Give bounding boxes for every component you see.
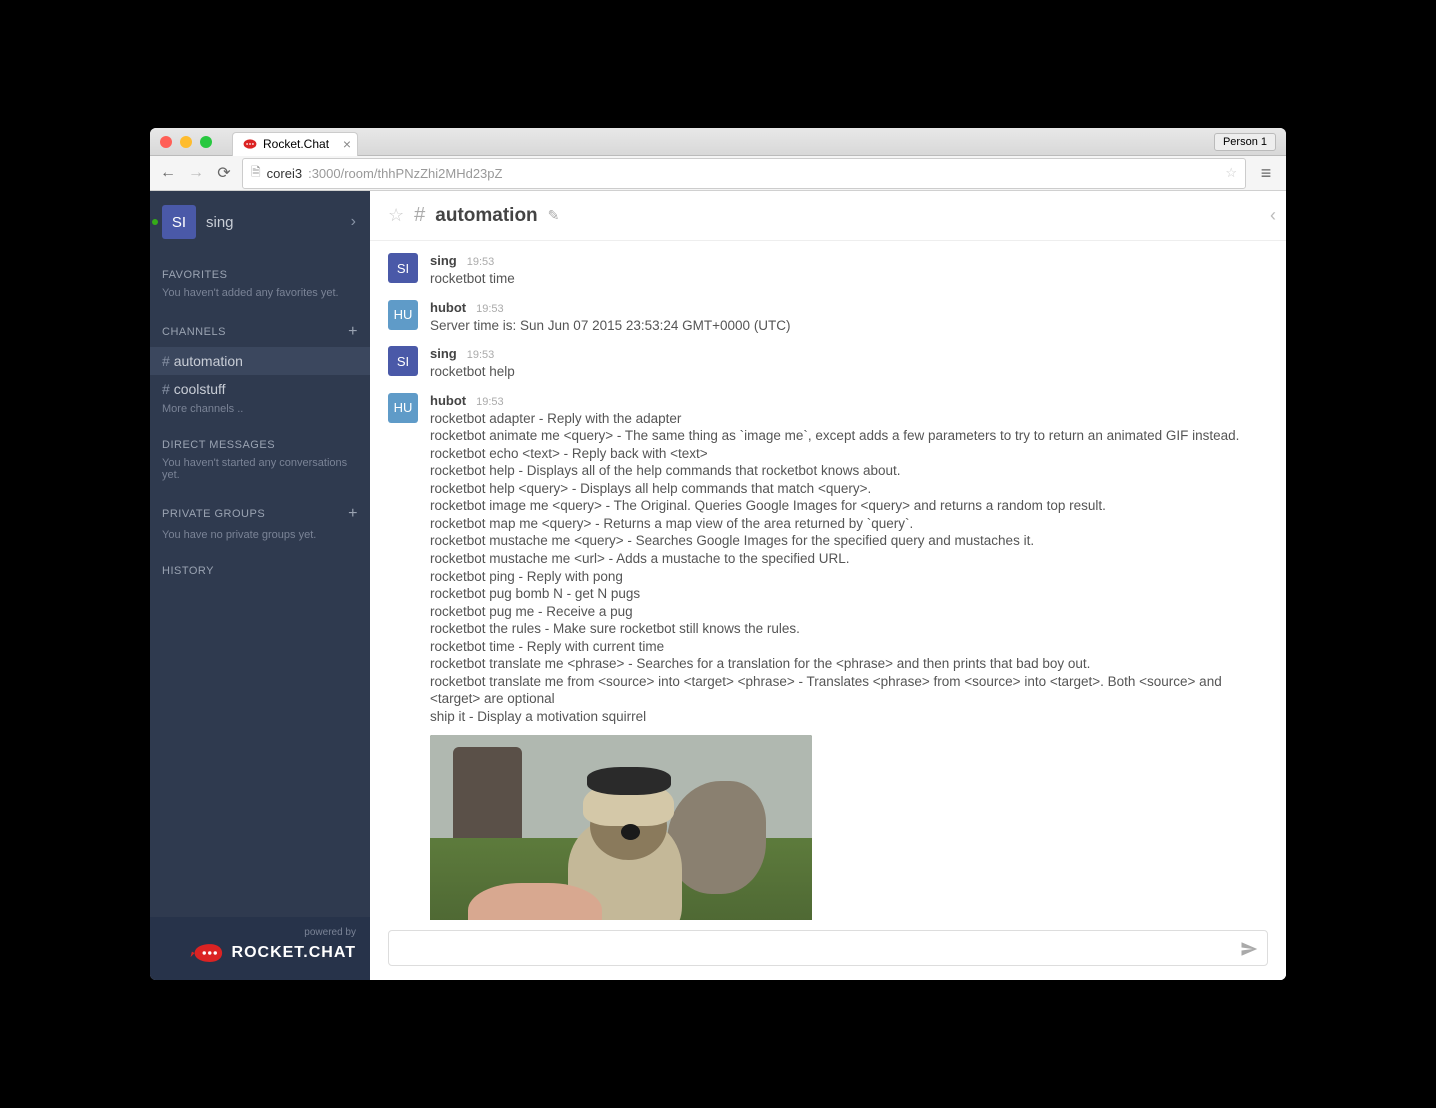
tab-title: Rocket.Chat: [263, 137, 329, 151]
toolbar: ← → ⟳ 🗎 corei3 :3000/room/thhPNzZhi2MHd23…: [150, 156, 1286, 191]
message-timestamp: 19:53: [476, 303, 504, 315]
message: SI sing 19:53 rocketbot time: [370, 249, 1286, 296]
channel-header: ☆ # automation ✎ ‹: [370, 191, 1286, 241]
browser-menu-icon[interactable]: ≡: [1254, 163, 1278, 184]
address-bar[interactable]: 🗎 corei3 :3000/room/thhPNzZhi2MHd23pZ ☆: [242, 158, 1246, 189]
message-avatar: SI: [388, 253, 418, 283]
edit-icon[interactable]: ✎: [548, 207, 560, 224]
sidebar: SI sing › FAVORITES You haven't added an…: [150, 191, 370, 980]
send-icon[interactable]: [1240, 940, 1258, 963]
message-body: sing 19:53 rocketbot time: [430, 253, 1268, 288]
channel-title: automation: [435, 205, 537, 227]
reload-button[interactable]: ⟳: [214, 163, 234, 183]
hash-icon: #: [414, 204, 425, 227]
dm-label: DIRECT MESSAGES: [162, 439, 275, 451]
groups-empty: You have no private groups yet.: [150, 529, 370, 549]
message-body: hubot 19:53 Server time is: Sun Jun 07 201…: [430, 300, 1268, 335]
brand-text: ROCKET.CHAT: [232, 944, 356, 962]
rocketchat-logo: ROCKET.CHAT: [164, 942, 356, 964]
message-timestamp: 19:53: [467, 256, 495, 268]
powered-by-label: powered by: [164, 927, 356, 938]
favorites-empty: You haven't added any favorites yet.: [150, 287, 370, 307]
url-path: :3000/room/thhPNzZhi2MHd23pZ: [308, 166, 502, 181]
rocket-icon: [190, 942, 224, 964]
bookmark-star-icon[interactable]: ☆: [1225, 165, 1237, 181]
groups-label: PRIVATE GROUPS: [162, 508, 265, 520]
message-timestamp: 19:53: [476, 396, 504, 408]
message-text: rocketbot adapter - Reply with the adapt…: [430, 410, 1268, 726]
channels-header: CHANNELS +: [150, 307, 370, 347]
message-username[interactable]: sing: [430, 253, 457, 268]
titlebar: Rocket.Chat × Person 1: [150, 128, 1286, 156]
message-username[interactable]: hubot: [430, 300, 466, 315]
channel-list: automationcoolstuff: [150, 347, 370, 403]
window-zoom-button[interactable]: [200, 136, 212, 148]
tab-close-icon[interactable]: ×: [343, 136, 351, 152]
dm-header: DIRECT MESSAGES: [150, 423, 370, 457]
rocketchat-favicon: [243, 137, 257, 151]
favorites-header: FAVORITES: [150, 253, 370, 287]
history-header[interactable]: HISTORY: [150, 549, 370, 583]
groups-header: PRIVATE GROUPS +: [150, 489, 370, 529]
url-host: corei3: [267, 166, 302, 181]
dm-empty: You haven't started any conversations ye…: [150, 457, 370, 489]
window-minimize-button[interactable]: [180, 136, 192, 148]
message-attachment-image[interactable]: [430, 735, 812, 920]
favorites-label: FAVORITES: [162, 269, 227, 281]
message-input[interactable]: [388, 930, 1268, 966]
user-avatar: SI: [162, 205, 196, 239]
compose-area: [370, 920, 1286, 980]
message-text: rocketbot time: [430, 270, 1268, 288]
message-avatar: HU: [388, 393, 418, 423]
message-list[interactable]: SI sing 19:53 rocketbot time HU hubot 19:53 Ser…: [370, 241, 1286, 920]
traffic-lights: [160, 136, 212, 148]
sidebar-user[interactable]: SI sing ›: [150, 191, 370, 253]
message-body: hubot 19:53 rocketbot adapter - Reply with…: [430, 393, 1268, 920]
favorite-star-icon[interactable]: ☆: [388, 205, 404, 226]
site-info-icon: 🗎: [251, 163, 261, 184]
add-channel-button[interactable]: +: [348, 323, 358, 341]
back-button[interactable]: ←: [158, 164, 178, 182]
message-username[interactable]: sing: [430, 346, 457, 361]
channels-label: CHANNELS: [162, 326, 226, 338]
history-label: HISTORY: [162, 565, 214, 577]
profile-badge[interactable]: Person 1: [1214, 133, 1276, 151]
message-timestamp: 19:53: [467, 349, 495, 361]
presence-indicator: [152, 219, 158, 225]
message-avatar: SI: [388, 346, 418, 376]
message: HU hubot 19:53 rocketbot adapter - Reply wi…: [370, 389, 1286, 920]
message-avatar: HU: [388, 300, 418, 330]
message-body: sing 19:53 rocketbot help: [430, 346, 1268, 381]
browser-tab[interactable]: Rocket.Chat ×: [232, 132, 358, 156]
message-text: rocketbot help: [430, 363, 1268, 381]
main-panel: ☆ # automation ✎ ‹ SI sing 19:53 rocketbot …: [370, 191, 1286, 980]
app-root: SI sing › FAVORITES You haven't added an…: [150, 191, 1286, 980]
sidebar-footer: powered by ROCKET.CHAT: [150, 917, 370, 980]
window-close-button[interactable]: [160, 136, 172, 148]
forward-button[interactable]: →: [186, 164, 206, 182]
add-group-button[interactable]: +: [348, 505, 358, 523]
channel-item-coolstuff[interactable]: coolstuff: [150, 375, 370, 403]
browser-window: Rocket.Chat × Person 1 ← → ⟳ 🗎 corei3 :30…: [150, 128, 1286, 980]
toggle-flex-panel-icon[interactable]: ‹: [1270, 205, 1276, 226]
user-name: sing: [206, 214, 234, 231]
message-username[interactable]: hubot: [430, 393, 466, 408]
more-channels-link[interactable]: More channels ..: [150, 403, 370, 423]
message: HU hubot 19:53 Server time is: Sun Jun 07 2…: [370, 296, 1286, 343]
message-text: Server time is: Sun Jun 07 2015 23:53:24…: [430, 317, 1268, 335]
chevron-right-icon: ›: [351, 213, 356, 231]
message: SI sing 19:53 rocketbot help: [370, 342, 1286, 389]
channel-item-automation[interactable]: automation: [150, 347, 370, 375]
